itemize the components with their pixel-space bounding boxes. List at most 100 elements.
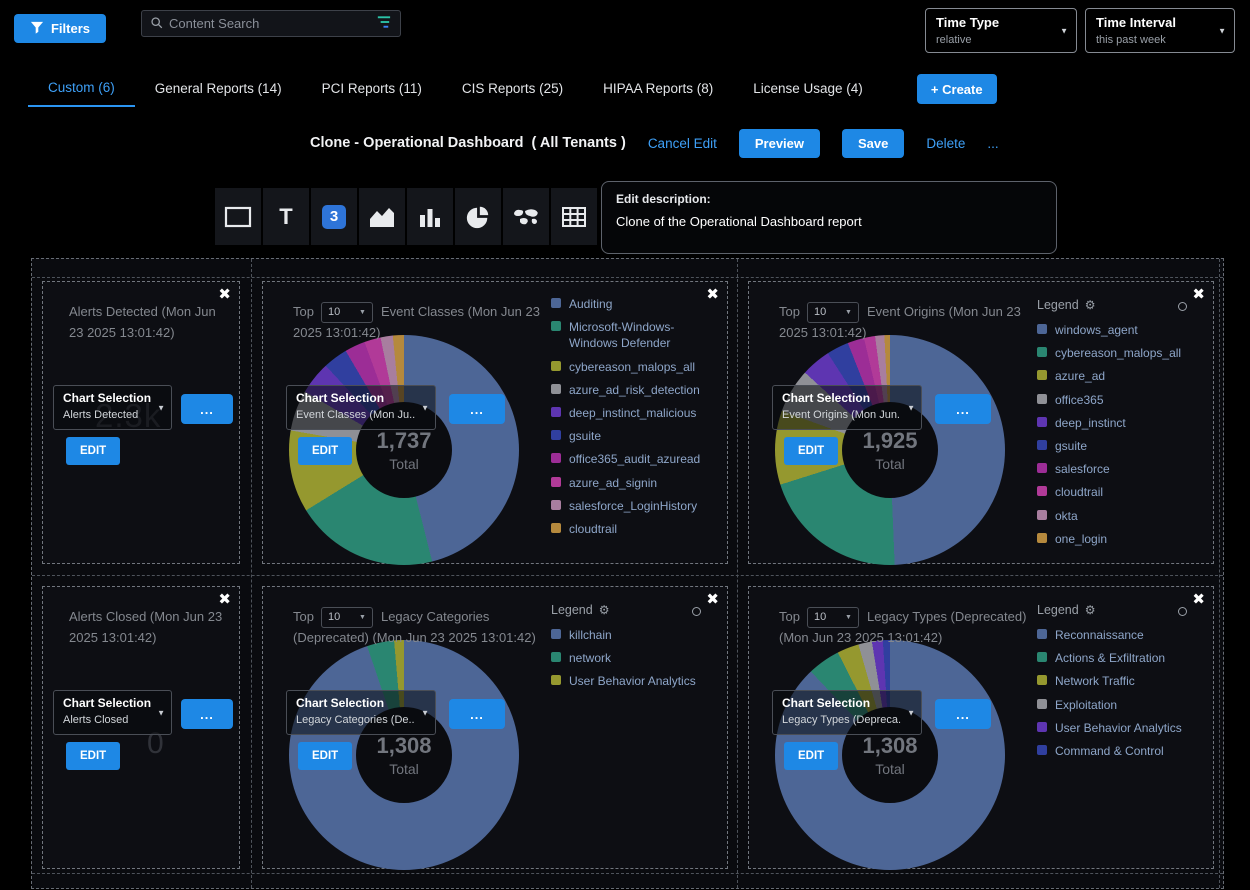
table-widget-icon[interactable] bbox=[551, 188, 597, 245]
close-icon[interactable]: ✖ bbox=[1192, 592, 1205, 607]
filter-lines-icon[interactable] bbox=[375, 15, 392, 32]
top-count-select[interactable]: 10▼ bbox=[807, 607, 859, 628]
legend-item[interactable]: killchain bbox=[551, 627, 719, 643]
legend-item[interactable]: azure_ad_signin bbox=[551, 475, 719, 491]
top-count-select[interactable]: 10▼ bbox=[321, 607, 373, 628]
legend-item[interactable]: azure_ad bbox=[1037, 368, 1205, 384]
widget-more-button[interactable]: ... bbox=[449, 394, 505, 424]
legend-item[interactable]: Exploitation bbox=[1037, 697, 1205, 713]
cancel-edit-link[interactable]: Cancel Edit bbox=[648, 136, 717, 151]
chart-selection-dropdown[interactable]: Chart Selection Event Origins (Mon Jun..… bbox=[772, 385, 922, 430]
top-count-select[interactable]: 10▼ bbox=[807, 302, 859, 323]
content-search bbox=[141, 10, 401, 37]
close-icon[interactable]: ✖ bbox=[218, 592, 231, 607]
legend-item[interactable]: Auditing bbox=[551, 296, 719, 312]
legend-item[interactable]: network bbox=[551, 650, 719, 666]
widget-more-button[interactable]: ... bbox=[181, 699, 233, 729]
edit-description-input[interactable]: Edit description: Clone of the Operation… bbox=[601, 181, 1057, 254]
legend-label: User Behavior Analytics bbox=[1055, 720, 1193, 736]
time-interval-select[interactable]: Time Interval this past week ▼ bbox=[1085, 8, 1235, 53]
close-icon[interactable]: ✖ bbox=[706, 592, 719, 607]
legend-item[interactable]: User Behavior Analytics bbox=[551, 673, 719, 689]
legend-item[interactable]: deep_instinct_malicious bbox=[551, 405, 719, 421]
legend-item[interactable]: Microsoft-Windows-Windows Defender bbox=[551, 319, 719, 351]
legend-item[interactable]: Command & Control bbox=[1037, 743, 1205, 759]
widget-handle-icon[interactable] bbox=[1178, 302, 1187, 311]
bar-chart-widget-icon[interactable] bbox=[407, 188, 453, 245]
filters-button[interactable]: Filters bbox=[14, 14, 106, 43]
legend-item[interactable]: cloudtrail bbox=[1037, 484, 1205, 500]
legend-settings-icon[interactable]: ⚙ bbox=[1085, 603, 1096, 617]
legend-item[interactable]: User Behavior Analytics bbox=[1037, 720, 1205, 736]
create-button[interactable]: + Create bbox=[917, 74, 997, 104]
legend-item[interactable]: office365 bbox=[1037, 392, 1205, 408]
widget-event-classes: ✖ Top10▼Event Classes (Mon Jun 23 2025 1… bbox=[262, 281, 728, 564]
legend-item[interactable]: windows_agent bbox=[1037, 322, 1205, 338]
widget-edit-button[interactable]: EDIT bbox=[784, 437, 838, 465]
more-menu-button[interactable]: ... bbox=[987, 136, 998, 151]
widget-edit-button[interactable]: EDIT bbox=[784, 742, 838, 770]
legend-item[interactable]: Actions & Exfiltration bbox=[1037, 650, 1205, 666]
widget-edit-button[interactable]: EDIT bbox=[298, 742, 352, 770]
legend-item[interactable]: salesforce bbox=[1037, 461, 1205, 477]
widget-edit-button[interactable]: EDIT bbox=[66, 742, 120, 770]
chart-selection-value: Alerts Detected bbox=[63, 409, 151, 421]
chevron-down-icon: ▼ bbox=[907, 403, 915, 412]
legend-item[interactable]: cybereason_malops_all bbox=[551, 359, 719, 375]
map-widget-icon[interactable] bbox=[503, 188, 549, 245]
legend-item[interactable]: cybereason_malops_all bbox=[1037, 345, 1205, 361]
legend-item[interactable]: gsuite bbox=[551, 428, 719, 444]
legend-item[interactable]: azure_ad_risk_detection bbox=[551, 382, 719, 398]
tab-pci-reports[interactable]: PCI Reports (11) bbox=[302, 73, 442, 106]
tab-cis-reports[interactable]: CIS Reports (25) bbox=[442, 73, 583, 106]
legend-item[interactable]: gsuite bbox=[1037, 438, 1205, 454]
tab-hipaa-reports[interactable]: HIPAA Reports (8) bbox=[583, 73, 733, 106]
widget-more-button[interactable]: ... bbox=[449, 699, 505, 729]
top-count-select[interactable]: 10▼ bbox=[321, 302, 373, 323]
pie-chart-widget-icon[interactable] bbox=[455, 188, 501, 245]
text-widget-icon[interactable]: T bbox=[263, 188, 309, 245]
tab-custom[interactable]: Custom (6) bbox=[28, 72, 135, 107]
chart-selection-dropdown[interactable]: Chart Selection Legacy Categories (De...… bbox=[286, 690, 436, 735]
widget-more-button[interactable]: ... bbox=[935, 699, 991, 729]
top-label: Top bbox=[293, 609, 314, 624]
chart-selection-dropdown[interactable]: Chart Selection Alerts Detected ▼ bbox=[53, 385, 172, 430]
widget-handle-icon[interactable] bbox=[1178, 607, 1187, 616]
legend-item[interactable]: office365_audit_azuread bbox=[551, 451, 719, 467]
chart-selection-dropdown[interactable]: Chart Selection Event Classes (Mon Ju...… bbox=[286, 385, 436, 430]
widget-more-button[interactable]: ... bbox=[935, 394, 991, 424]
legend-item[interactable]: deep_instinct bbox=[1037, 415, 1205, 431]
close-icon[interactable]: ✖ bbox=[218, 287, 231, 302]
search-input[interactable] bbox=[169, 16, 369, 31]
widget-edit-button[interactable]: EDIT bbox=[298, 437, 352, 465]
legend-settings-icon[interactable]: ⚙ bbox=[599, 603, 610, 617]
close-icon[interactable]: ✖ bbox=[1192, 287, 1205, 302]
container-widget-icon[interactable] bbox=[215, 188, 261, 245]
tab-license-usage[interactable]: License Usage (4) bbox=[733, 73, 883, 106]
area-chart-widget-icon[interactable] bbox=[359, 188, 405, 245]
donut-total: 1,308 bbox=[376, 733, 431, 759]
chevron-down-icon: ▼ bbox=[1218, 26, 1226, 35]
time-type-select[interactable]: Time Type relative ▼ bbox=[925, 8, 1077, 53]
legend-item[interactable]: Network Traffic bbox=[1037, 673, 1205, 689]
delete-link[interactable]: Delete bbox=[926, 136, 965, 151]
widget-handle-icon[interactable] bbox=[692, 607, 701, 616]
chart-selection-dropdown[interactable]: Chart Selection Legacy Types (Depreca...… bbox=[772, 690, 922, 735]
chevron-down-icon: ▼ bbox=[845, 307, 852, 318]
legend-item[interactable]: one_login bbox=[1037, 531, 1205, 547]
save-button[interactable]: Save bbox=[842, 129, 904, 158]
legend-item[interactable]: Reconnaissance bbox=[1037, 627, 1205, 643]
legend-settings-icon[interactable]: ⚙ bbox=[1085, 298, 1096, 312]
widget-edit-button[interactable]: EDIT bbox=[66, 437, 120, 465]
chart-selection-dropdown[interactable]: Chart Selection Alerts Closed ▼ bbox=[53, 690, 172, 735]
legend-swatch-icon bbox=[551, 298, 561, 308]
number-widget-icon[interactable]: 3 bbox=[311, 188, 357, 245]
chart-selection-label: Chart Selection bbox=[296, 696, 415, 710]
widget-more-button[interactable]: ... bbox=[181, 394, 233, 424]
legend-item[interactable]: salesforce_LoginHistory bbox=[551, 498, 719, 514]
legend-item[interactable]: cloudtrail bbox=[551, 521, 719, 537]
close-icon[interactable]: ✖ bbox=[706, 287, 719, 302]
legend-item[interactable]: okta bbox=[1037, 508, 1205, 524]
tab-general-reports[interactable]: General Reports (14) bbox=[135, 73, 302, 106]
preview-button[interactable]: Preview bbox=[739, 129, 820, 158]
